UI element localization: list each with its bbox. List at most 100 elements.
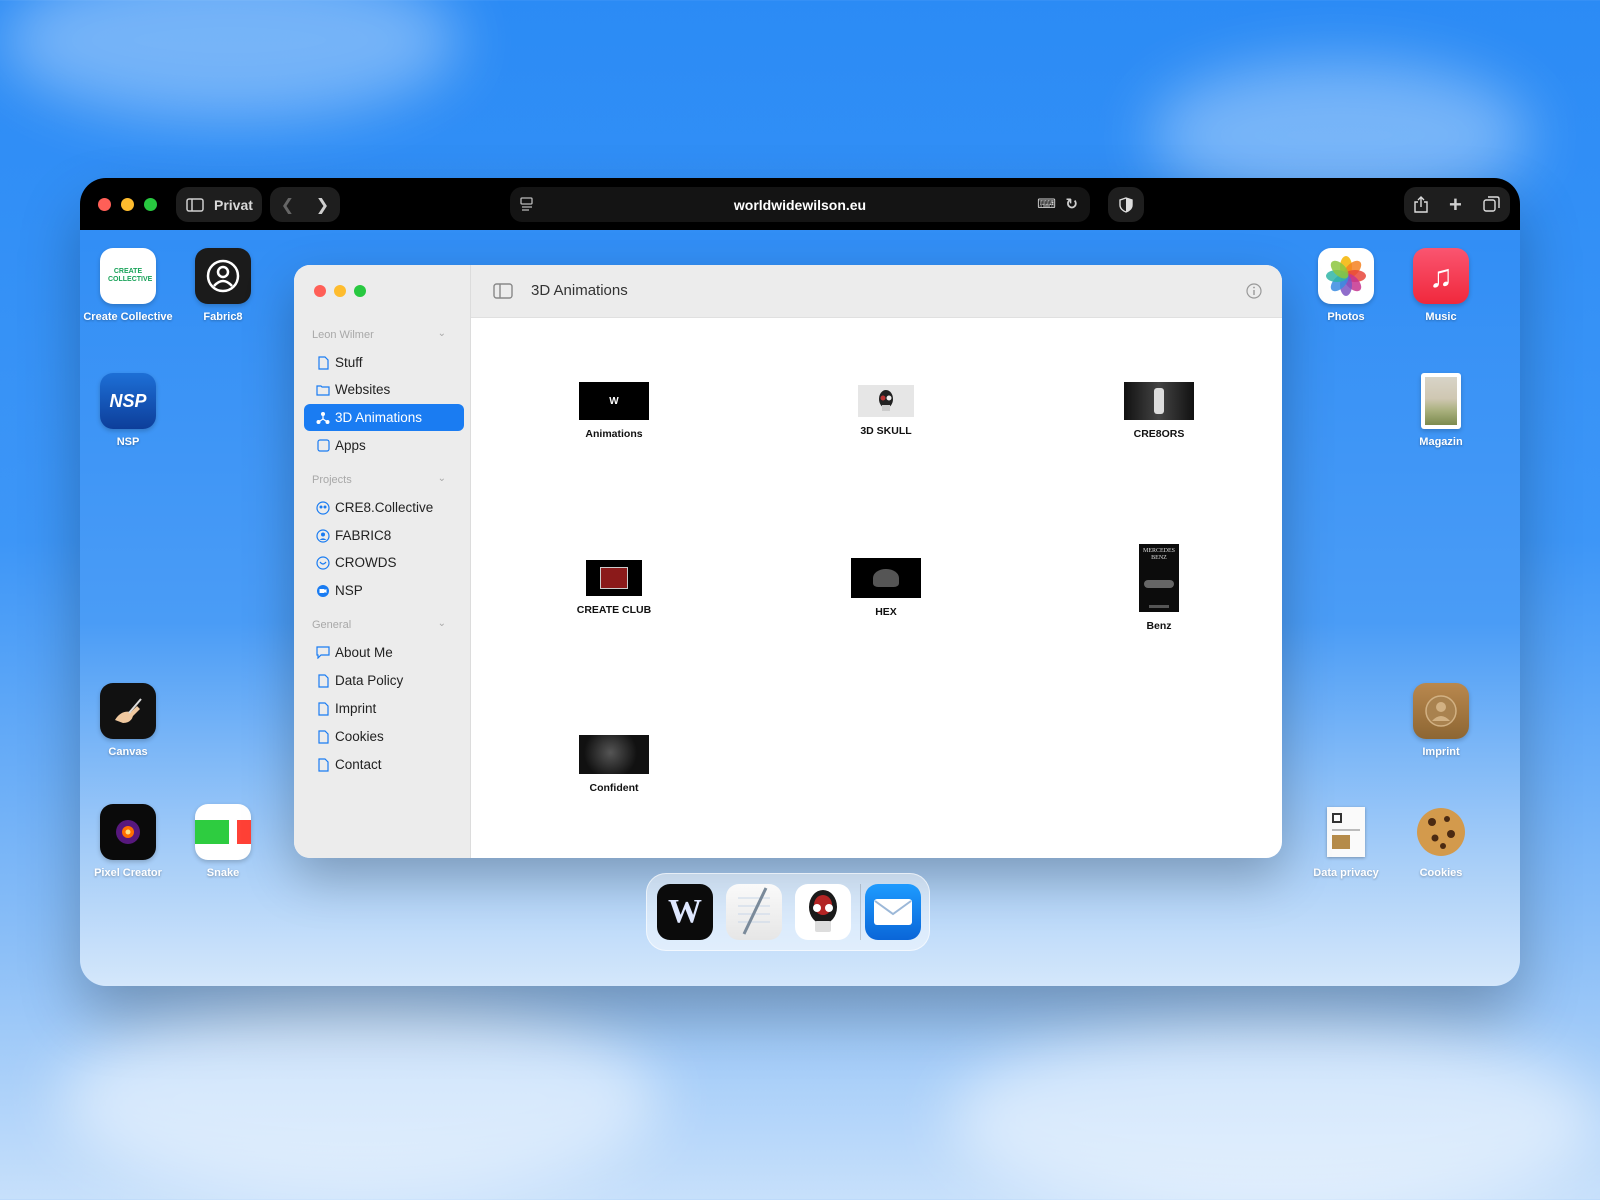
file-item-benz[interactable]: MERCEDES BENZ Benz [1084, 544, 1234, 632]
minimize-window-button[interactable] [121, 198, 134, 211]
desktop-icon-snake[interactable]: Snake [168, 804, 278, 879]
document-icon [316, 673, 330, 688]
chevron-down-icon[interactable]: ⌄ [438, 473, 446, 484]
face-circle-icon [316, 555, 330, 570]
nodes-3d-icon [316, 411, 330, 425]
finder-zoom-button[interactable] [354, 285, 366, 297]
section-title-user: Leon Wilmer [312, 329, 374, 341]
finder-close-button[interactable] [314, 285, 326, 297]
sidebar-item-apps[interactable]: Apps [304, 432, 464, 459]
dock-app-textedit[interactable] [726, 884, 782, 940]
sidebar-toggle-icon[interactable] [493, 283, 513, 304]
file-item-confident[interactable]: Confident [539, 735, 689, 794]
finder-header: 3D Animations [471, 265, 1282, 318]
desktop-icon-fabric8[interactable]: Fabric8 [168, 248, 278, 323]
file-item-cre8ors[interactable]: CRE8ORS [1084, 382, 1234, 440]
desktop-icon-cookies[interactable]: Cookies [1386, 804, 1496, 879]
address-bar[interactable]: worldwidewilson.eu ⌨ ↻ [510, 187, 1090, 222]
file-thumbnail [851, 558, 921, 598]
share-icon[interactable] [1414, 196, 1429, 213]
desktop-icon-music[interactable]: ♫ Music [1386, 248, 1496, 323]
group-icon [316, 500, 330, 515]
section-title-general: General [312, 619, 352, 631]
translate-icon[interactable]: ⌨ [1037, 196, 1056, 212]
fabric8-app-icon [195, 248, 251, 304]
dock-app-worldwidewilson[interactable]: W [657, 884, 713, 940]
shield-icon [1119, 196, 1133, 213]
chevron-down-icon[interactable]: ⌄ [438, 618, 446, 629]
nsp-app-icon: NSP [100, 373, 156, 429]
magazine-cover-icon [1421, 373, 1461, 429]
sidebar-item-contact[interactable]: Contact [304, 751, 464, 778]
desktop-icon-nsp[interactable]: NSP NSP [80, 373, 183, 448]
dock-app-3d-skull[interactable] [795, 884, 851, 940]
speech-bubble-icon [316, 646, 330, 660]
browser-window: Privat ❮ ❯ worldwidewilson.eu ⌨ ↻ + CREA… [80, 178, 1520, 986]
person-circle-icon [316, 528, 330, 543]
reload-icon[interactable]: ↻ [1065, 195, 1078, 213]
info-icon[interactable] [1246, 283, 1262, 304]
contacts-book-icon [1413, 683, 1469, 739]
desktop-icon-data-privacy[interactable]: Data privacy [1291, 804, 1401, 879]
desktop-icon-imprint[interactable]: Imprint [1386, 683, 1496, 758]
sidebar-item-cookies[interactable]: Cookies [304, 723, 464, 750]
cloud [60, 1000, 660, 1200]
sidebar-profile-button[interactable]: Privat [176, 187, 262, 222]
cookie-icon [1413, 804, 1469, 860]
sidebar-item-about-me[interactable]: About Me [304, 639, 464, 666]
file-thumbnail [858, 385, 914, 417]
zoom-window-button[interactable] [144, 198, 157, 211]
file-item-animations[interactable]: W Animations [539, 382, 689, 440]
page-title: 3D Animations [531, 282, 628, 299]
sidebar-item-nsp[interactable]: NSP [304, 577, 464, 604]
page-menu-icon[interactable] [520, 197, 534, 211]
close-window-button[interactable] [98, 198, 111, 211]
sidebar-item-fabric8[interactable]: FABRIC8 [304, 522, 464, 549]
section-title-projects: Projects [312, 474, 352, 486]
new-tab-icon[interactable]: + [1449, 192, 1462, 218]
finder-window: Leon Wilmer ⌄ Stuff Websites 3D Animatio… [294, 265, 1282, 858]
skull-icon [809, 890, 837, 932]
file-thumbnail [1124, 382, 1194, 420]
sidebar-item-data-policy[interactable]: Data Policy [304, 667, 464, 694]
profile-label: Privat [214, 196, 253, 213]
dock-app-mail[interactable] [865, 884, 921, 940]
url-text: worldwidewilson.eu [733, 196, 867, 213]
sidebar-toggle-icon [186, 197, 204, 212]
folder-icon [316, 383, 330, 397]
music-note-icon: ♫ [1413, 248, 1469, 304]
pen-paper-icon [738, 887, 770, 935]
desktop-icon-photos[interactable]: Photos [1291, 248, 1401, 323]
finder-sidebar: Leon Wilmer ⌄ Stuff Websites 3D Animatio… [294, 265, 471, 858]
sidebar-item-cre8-collective[interactable]: CRE8.Collective [304, 494, 464, 521]
pixel-creator-burst-icon [100, 804, 156, 860]
cloud [0, 0, 460, 120]
sidebar-item-crowds[interactable]: CROWDS [304, 549, 464, 576]
back-arrow-icon[interactable]: ❮ [281, 195, 294, 215]
forward-arrow-icon[interactable]: ❯ [316, 195, 329, 215]
document-icon [1318, 804, 1374, 860]
document-icon [316, 729, 330, 744]
desktop-icon-canvas[interactable]: Canvas [80, 683, 183, 758]
sidebar-item-3d-animations[interactable]: 3D Animations [304, 404, 464, 431]
document-icon [316, 355, 330, 370]
sidebar-item-stuff[interactable]: Stuff [304, 349, 464, 376]
file-item-3d-skull[interactable]: 3D SKULL [811, 382, 961, 437]
chevron-down-icon[interactable]: ⌄ [438, 328, 446, 339]
snake-game-icon [195, 804, 251, 860]
photos-flower-icon [1318, 248, 1374, 304]
privacy-shield-button[interactable] [1108, 187, 1144, 222]
sidebar-item-websites[interactable]: Websites [304, 376, 464, 403]
file-thumbnail: W [579, 382, 649, 420]
document-icon [316, 757, 330, 772]
file-item-hex[interactable]: HEX [811, 544, 961, 618]
file-item-create-club[interactable]: CREATE CLUB [539, 544, 689, 616]
ww-logo-icon: W [668, 893, 702, 930]
video-circle-icon [316, 584, 330, 598]
tab-overview-icon[interactable] [1482, 196, 1500, 213]
desktop-icon-magazin[interactable]: Magazin [1386, 373, 1496, 448]
finder-minimize-button[interactable] [334, 285, 346, 297]
cloud [950, 1020, 1600, 1200]
sidebar-item-imprint[interactable]: Imprint [304, 695, 464, 722]
canvas-hand-icon [100, 683, 156, 739]
